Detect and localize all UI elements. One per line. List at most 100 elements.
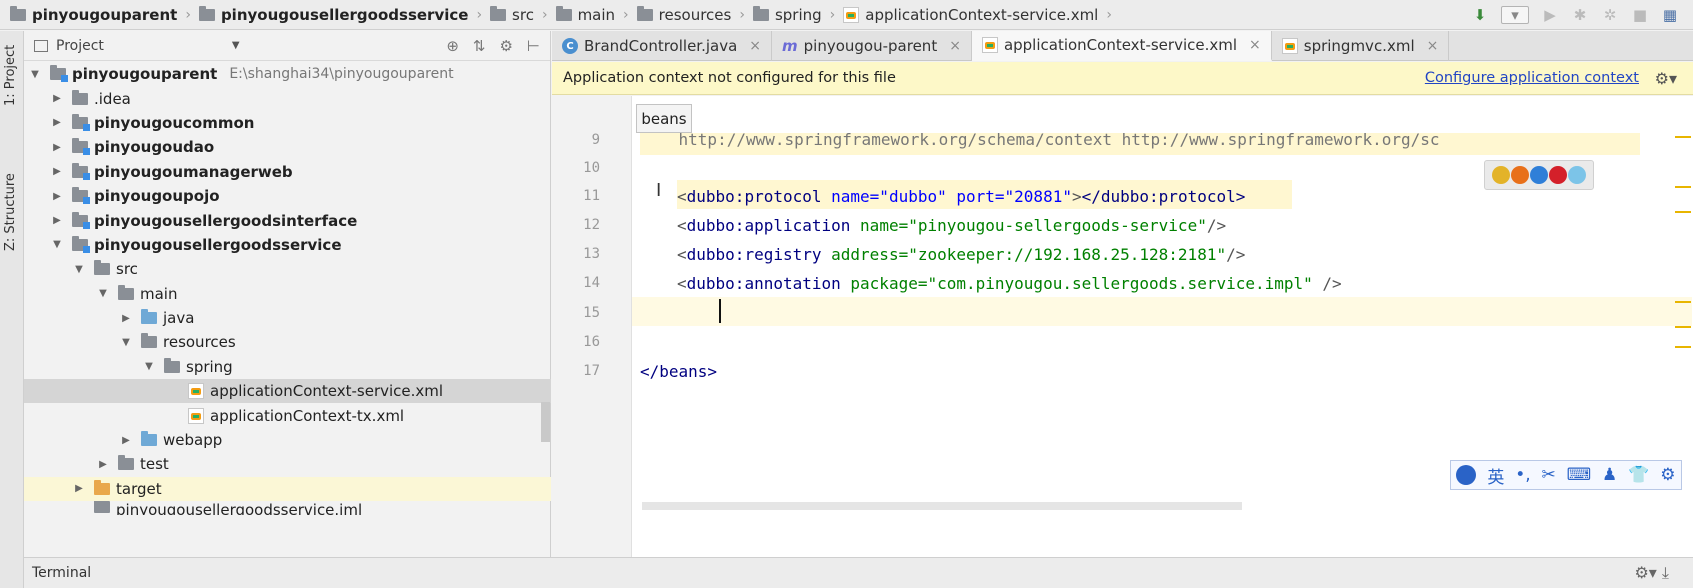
code-line: </beans> <box>640 362 718 381</box>
tab-brandcontroller[interactable]: C BrandController.java × <box>552 31 773 61</box>
user-icon[interactable]: ♟ <box>1602 465 1617 485</box>
tree-item-selected[interactable]: applicationContext-service.xml <box>24 379 551 404</box>
ime-logo-icon[interactable] <box>1456 465 1477 485</box>
breadcrumb-item[interactable]: src <box>490 5 534 24</box>
debug-icon[interactable]: ✱ <box>1571 6 1589 24</box>
tree-item[interactable]: ▼ main <box>24 282 551 306</box>
breadcrumb-item[interactable]: pinyougousellergoodsservice <box>198 5 468 24</box>
skin-icon[interactable]: 👕 <box>1628 465 1649 485</box>
expanded-arrow-icon[interactable]: ▼ <box>119 337 133 348</box>
line-number: 17 <box>583 363 600 379</box>
excluded-folder-icon <box>94 479 110 495</box>
collapsed-arrow-icon[interactable]: ▶ <box>119 313 133 324</box>
locate-icon[interactable]: ⊕ <box>446 37 459 55</box>
close-icon[interactable]: × <box>749 38 761 54</box>
run-icon[interactable]: ▶ <box>1541 6 1559 24</box>
tab-applicationcontext-service[interactable]: applicationContext-service.xml × <box>971 31 1272 61</box>
close-icon[interactable]: × <box>1427 38 1439 54</box>
firefox-icon[interactable] <box>1510 166 1529 184</box>
module-folder-icon <box>10 5 26 21</box>
expanded-arrow-icon[interactable]: ▼ <box>72 264 86 275</box>
tab-springmvc[interactable]: springmvc.xml × <box>1272 31 1450 61</box>
collapsed-arrow-icon[interactable]: ▶ <box>50 142 64 153</box>
configure-context-link[interactable]: Configure application context <box>1425 70 1639 86</box>
navigation-breadcrumb: pinyougouparent › pinyougousellergoodsse… <box>0 0 1693 30</box>
tree-item[interactable]: ▼ pinyougousellergoodsservice <box>24 233 551 257</box>
opera-icon[interactable] <box>1549 166 1568 184</box>
chevron-down-icon[interactable]: ▼ <box>232 40 240 51</box>
breadcrumb-item[interactable]: spring <box>752 5 822 24</box>
collapsed-arrow-icon[interactable]: ▶ <box>119 435 133 446</box>
ime-language-toggle[interactable]: 英 <box>1487 463 1504 488</box>
tree-item[interactable]: applicationContext-tx.xml <box>24 403 551 427</box>
module-folder-icon <box>72 113 90 131</box>
punctuation-icon[interactable]: •, <box>1515 465 1530 485</box>
tree-item[interactable]: ▼ pinyougouparent E:\shanghai34\pinyougo… <box>24 62 551 86</box>
project-view-selector[interactable]: Project <box>56 38 104 54</box>
run-config-dropdown[interactable]: ▾ <box>1501 6 1529 24</box>
notice-message: Application context not configured for t… <box>563 70 896 86</box>
stop-icon[interactable]: ■ <box>1631 6 1649 24</box>
tree-item[interactable]: ▶ pinyougoudao <box>24 135 551 159</box>
module-folder-icon <box>72 138 90 156</box>
tree-item[interactable]: ▶ pinyougousellergoodsinterface <box>24 208 551 232</box>
gear-icon[interactable]: ⚙▾ ⤓ <box>1634 563 1669 583</box>
collapse-all-icon[interactable]: ⇅ <box>473 37 486 55</box>
collapsed-arrow-icon[interactable]: ▶ <box>72 483 86 494</box>
gear-icon[interactable]: ⚙ <box>499 37 512 55</box>
tree-item[interactable]: ▶ webapp <box>24 428 551 452</box>
line-number: 15 <box>583 305 600 321</box>
chrome-icon[interactable] <box>1491 166 1510 184</box>
tree-item[interactable]: ▶ pinyougoumanagerweb <box>24 160 551 184</box>
terminal-bar: Terminal ⚙▾ ⤓ <box>24 557 1693 588</box>
expanded-arrow-icon[interactable]: ▼ <box>142 361 156 372</box>
project-structure-icon[interactable]: ▦ <box>1661 6 1679 24</box>
gear-icon[interactable]: ⚙▾ <box>1655 69 1677 88</box>
breadcrumb-item[interactable]: pinyougouparent <box>10 5 177 24</box>
coverage-icon[interactable]: ✲ <box>1601 6 1619 24</box>
module-folder-icon <box>72 162 90 180</box>
scissors-icon[interactable]: ✂ <box>1542 465 1556 485</box>
hide-panel-icon[interactable]: ⊢ <box>527 37 540 55</box>
breadcrumb-separator: › <box>829 6 836 23</box>
xml-icon <box>1281 38 1298 54</box>
ie-icon[interactable] <box>1568 166 1587 184</box>
expanded-arrow-icon[interactable]: ▼ <box>50 239 64 250</box>
tree-item[interactable]: ▼ resources <box>24 330 551 354</box>
expanded-arrow-icon[interactable]: ▼ <box>96 288 110 299</box>
project-scrollbar[interactable] <box>540 62 550 462</box>
tab-pinyougou-parent[interactable]: m pinyougou-parent × <box>772 31 972 61</box>
collapsed-arrow-icon[interactable]: ▶ <box>50 166 64 177</box>
keyboard-icon[interactable]: ⌨ <box>1567 465 1592 485</box>
collapsed-arrow-icon[interactable]: ▶ <box>50 117 64 128</box>
tree-item[interactable]: ▶ java <box>24 306 551 330</box>
collapsed-arrow-icon[interactable]: ▶ <box>50 191 64 202</box>
folder-icon <box>94 260 110 276</box>
structure-tool-tab[interactable]: Z: Structure <box>3 173 18 251</box>
breadcrumb-item[interactable]: main <box>555 5 615 24</box>
breadcrumb-item[interactable]: resources <box>636 5 731 24</box>
tree-item[interactable]: ▼ src <box>24 257 551 281</box>
expanded-arrow-icon[interactable]: ▼ <box>28 69 42 80</box>
close-icon[interactable]: × <box>949 38 961 54</box>
tree-item[interactable]: ▶ pinyougoucommon <box>24 111 551 135</box>
tree-item[interactable]: ▼ spring <box>24 355 551 379</box>
terminal-tab[interactable]: Terminal <box>32 565 91 581</box>
settings-icon[interactable]: ⚙ <box>1660 465 1675 485</box>
line-number: 11 <box>583 188 600 204</box>
tree-item[interactable]: ▶ .idea <box>24 86 551 110</box>
tree-item[interactable]: ▶ test <box>24 452 551 476</box>
close-icon[interactable]: × <box>1249 37 1261 53</box>
horizontal-scrollbar[interactable] <box>642 502 1242 510</box>
tree-item[interactable]: ▶ target <box>24 476 551 502</box>
collapsed-arrow-icon[interactable]: ▶ <box>96 459 110 470</box>
breadcrumb-item[interactable]: applicationContext-service.xml <box>843 6 1098 24</box>
project-tool-tab[interactable]: 1: Project <box>3 45 18 106</box>
collapsed-arrow-icon[interactable]: ▶ <box>50 215 64 226</box>
build-icon[interactable]: ⬇ <box>1471 6 1489 24</box>
tree-item[interactable]: ▶ pinyougoupojo <box>24 184 551 208</box>
collapsed-arrow-icon[interactable]: ▶ <box>50 93 64 104</box>
project-panel-tools: ⊕ ⇅ ⚙ ⊢ <box>446 37 540 55</box>
tree-item[interactable]: pinyougousellergoodsservice.iml <box>24 501 551 515</box>
safari-icon[interactable] <box>1529 166 1548 184</box>
